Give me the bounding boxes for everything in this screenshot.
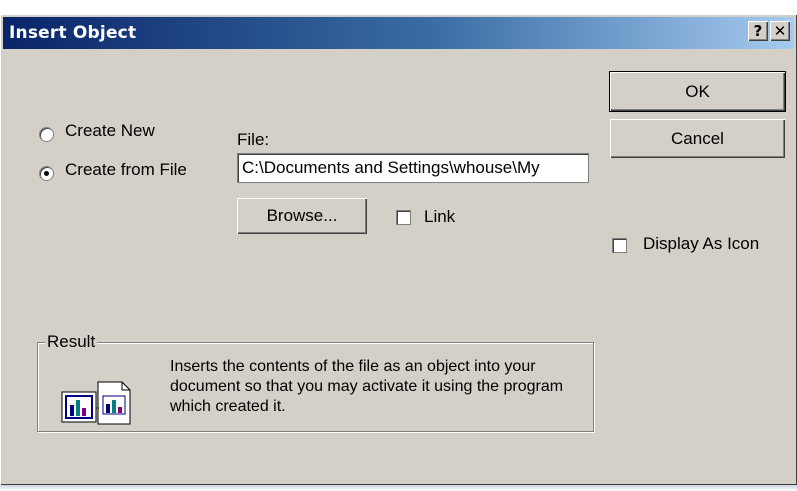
create-new-label[interactable]: Create New — [65, 121, 155, 141]
file-path-input[interactable]: C:\Documents and Settings\whouse\My — [237, 153, 589, 183]
ok-button[interactable]: OK — [609, 71, 786, 112]
help-button[interactable]: ? — [748, 21, 768, 41]
close-button[interactable]: ✕ — [770, 21, 790, 41]
file-object-icon — [60, 378, 140, 428]
background-page-strip — [0, 0, 797, 14]
create-from-file-label[interactable]: Create from File — [65, 160, 187, 180]
dialog-title: Insert Object — [9, 23, 137, 43]
radio-selected-dot — [44, 171, 49, 176]
link-label[interactable]: Link — [424, 207, 455, 227]
result-legend: Result — [45, 332, 98, 352]
browse-button[interactable]: Browse... — [237, 198, 367, 234]
create-from-file-radio[interactable] — [39, 166, 54, 181]
display-as-icon-label[interactable]: Display As Icon — [643, 234, 759, 254]
page-shadow — [0, 485, 797, 491]
file-label: File: — [237, 130, 270, 149]
create-new-radio[interactable] — [39, 127, 54, 142]
title-bar[interactable]: Insert Object ? ✕ — [3, 17, 794, 49]
cancel-button[interactable]: Cancel — [610, 119, 785, 158]
link-checkbox[interactable] — [396, 210, 411, 225]
result-description: Inserts the contents of the file as an o… — [170, 358, 564, 415]
display-as-icon-checkbox[interactable] — [612, 238, 627, 253]
